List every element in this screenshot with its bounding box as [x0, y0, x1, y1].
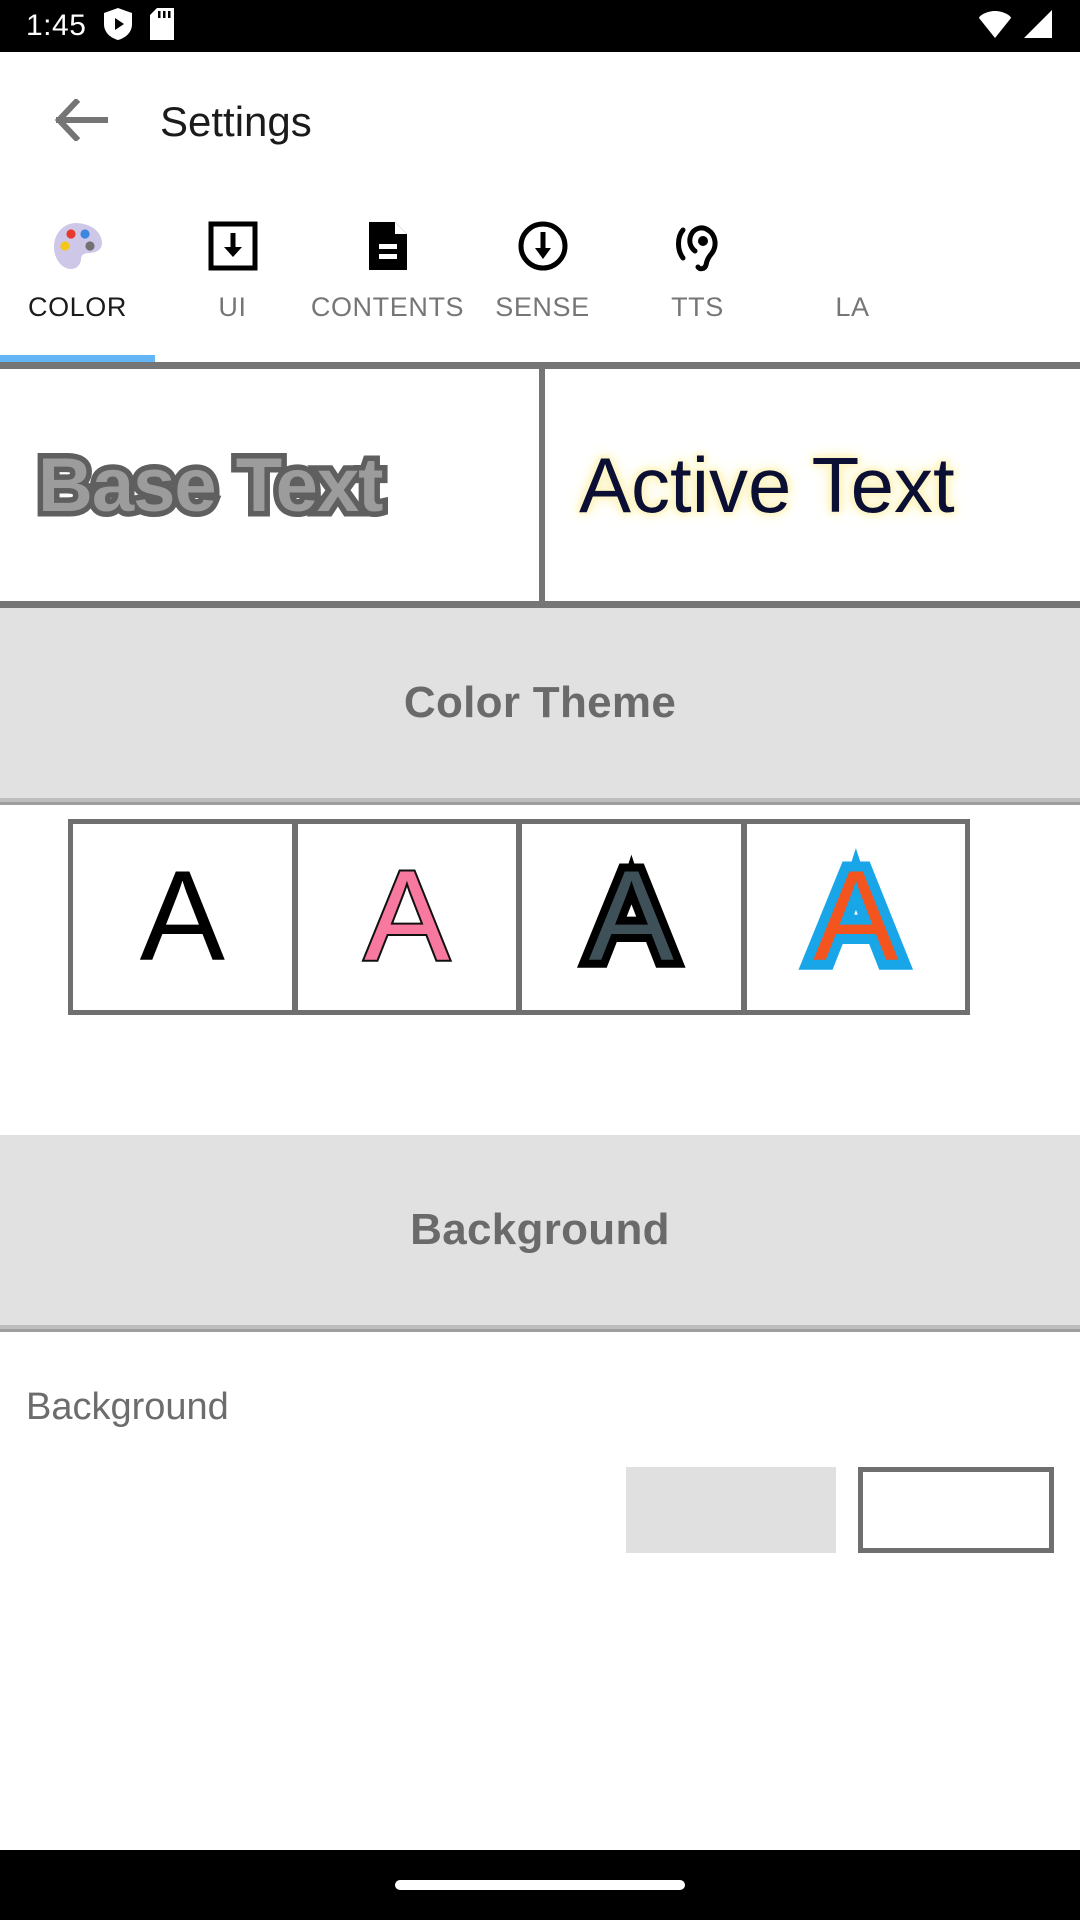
tab-label-sense: SENSE — [495, 292, 590, 322]
back-button[interactable] — [44, 85, 118, 159]
palette-icon — [52, 218, 104, 274]
home-gesture-pill[interactable] — [395, 1880, 685, 1890]
status-bar-clock: 1:45 — [26, 9, 87, 42]
theme-swatch-glyph: A — [139, 845, 225, 988]
preview-active-pane[interactable]: Active Text — [545, 369, 1080, 601]
system-nav-bar — [0, 1850, 1080, 1920]
section-title-color-theme: Color Theme — [403, 678, 677, 727]
theme-swatch-slate[interactable]: A — [522, 824, 741, 1010]
preview-base-text: Base Text — [32, 437, 388, 533]
tab-tts[interactable]: TTS — [620, 196, 775, 323]
preview-panel: Base Text Active Text — [0, 362, 1080, 608]
section-title-background: Background — [410, 1205, 670, 1254]
theme-swatch-black[interactable]: A — [73, 824, 292, 1010]
theme-swatch-glyph: A — [803, 843, 908, 991]
theme-swatch-glyph: A — [362, 845, 451, 988]
signal-icon — [1022, 9, 1054, 44]
background-settings-list: Background — [0, 1332, 1080, 1553]
color-theme-swatch-row[interactable]: A A A A — [68, 819, 970, 1015]
ear-hearing-icon — [672, 218, 724, 274]
sd-card-icon — [150, 7, 175, 45]
tab-label-tts: TTS — [671, 292, 724, 322]
tab-ui[interactable]: UI — [155, 196, 310, 323]
tab-label-color: COLOR — [27, 292, 128, 322]
tab-contents[interactable]: CONTENTS — [310, 196, 465, 323]
shield-play-icon — [104, 7, 133, 45]
page-title: Settings — [160, 98, 312, 145]
wifi-icon — [978, 9, 1012, 44]
status-bar-right — [978, 9, 1054, 44]
tab-sense[interactable]: SENSE — [465, 196, 620, 323]
tab-indicator — [0, 355, 155, 362]
color-theme-swatch-area: A A A A — [0, 805, 1080, 1015]
tab-label-ui: UI — [218, 292, 247, 322]
background-row-label: Background — [26, 1386, 229, 1428]
back-arrow-icon — [54, 97, 109, 146]
tab-label-la: LA — [835, 292, 870, 322]
theme-swatch-glyph: A — [581, 845, 682, 989]
download-box-icon — [208, 218, 258, 274]
status-bar-left: 1:45 — [26, 7, 175, 45]
tab-bar[interactable]: COLOR UI CONTENTS SENSE TTS LA — [0, 192, 1080, 362]
theme-swatch-blue-orange[interactable]: A — [746, 824, 965, 1010]
background-color-chip[interactable] — [626, 1467, 836, 1553]
background-row-widgets — [0, 1467, 1080, 1553]
preview-base-pane[interactable]: Base Text — [0, 369, 545, 601]
section-header-color-theme: Color Theme — [0, 608, 1080, 798]
preview-active-text: Active Text — [579, 440, 955, 529]
toolbar: Settings — [0, 52, 1080, 192]
tab-la-partial[interactable]: LA — [775, 196, 930, 323]
section-header-background: Background — [0, 1135, 1080, 1325]
tab-color[interactable]: COLOR — [0, 196, 155, 323]
circle-down-arrow-icon — [517, 218, 569, 274]
theme-swatch-pink[interactable]: A — [297, 824, 516, 1010]
background-preview-box[interactable] — [858, 1467, 1054, 1553]
tab-label-contents: CONTENTS — [310, 292, 465, 322]
document-icon — [366, 218, 410, 274]
status-bar: 1:45 — [0, 0, 1080, 52]
spacer — [0, 1015, 1080, 1135]
